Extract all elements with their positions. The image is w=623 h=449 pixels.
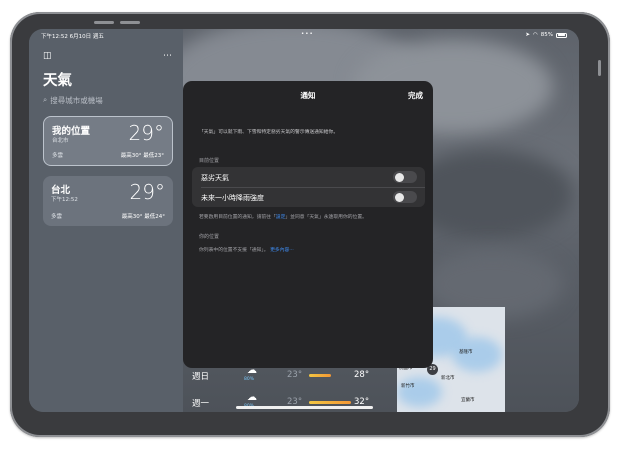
volume-up-button xyxy=(94,21,114,24)
location-card-my-location[interactable]: 我的位置 台北市 29° 多雲 最高30° 最低23° xyxy=(43,116,173,166)
notifications-sheet: 通知 完成 「天氣」可以就下雨、下雪和特定惡劣天氣的警示傳送通知給你。 目前位置… xyxy=(183,81,433,368)
location-subtitle: 台北市 xyxy=(52,138,69,144)
sheet-title: 通知 xyxy=(300,91,316,100)
location-temperature: 29° xyxy=(129,180,165,204)
location-name: 我的位置 xyxy=(52,126,91,137)
low-temp: 23° xyxy=(287,370,303,380)
home-indicator[interactable] xyxy=(236,406,373,409)
toggle-group: 惡劣天氣 未來一小時降雨強度 xyxy=(192,167,425,207)
map-label: 新北市 xyxy=(441,376,455,381)
rain-area xyxy=(397,377,442,407)
map-label: 宜蘭市 xyxy=(461,398,475,403)
wifi-icon: ◠ xyxy=(532,32,538,38)
screen: 下午12:52 6月10日 週五 ••• ➤ ◠ 85% ◫ ⋯ 天氣 ⌕ 搜尋… xyxy=(29,29,579,412)
temp-range-bar xyxy=(309,401,351,404)
location-name: 台北 xyxy=(51,185,71,196)
volume-down-button xyxy=(120,21,140,24)
map-label: 新竹市 xyxy=(401,384,415,389)
status-time: 下午12:52 6月10日 週五 xyxy=(41,34,104,40)
severe-weather-toggle[interactable] xyxy=(393,171,417,183)
location-high-low: 最高30° 最低24° xyxy=(121,214,165,220)
more-options-icon[interactable]: ⋯ xyxy=(163,51,172,61)
status-bar: 下午12:52 6月10日 週五 ••• ➤ ◠ 85% xyxy=(29,29,579,41)
section-header-your-locations: 你的位置 xyxy=(199,234,220,240)
search-input[interactable]: ⌕ 搜尋城市或機場 xyxy=(43,93,171,107)
location-subtitle: 下午12:52 xyxy=(51,197,78,203)
sidebar: ◫ ⋯ 天氣 ⌕ 搜尋城市或機場 我的位置 台北市 29° 多雲 最高30° 最… xyxy=(29,29,183,412)
high-temp: 28° xyxy=(354,370,370,380)
location-permission-note: 若要啟用目前位置的通知，請前往「設定」並同意「天氣」永遠取用你的位置。 xyxy=(199,215,367,220)
toggle-row-next-hour-precip: 未來一小時降雨強度 xyxy=(192,187,425,207)
forecast-row: 週日 ☁ 80% 23° 28° xyxy=(192,365,370,382)
status-indicators: ➤ ◠ 85% xyxy=(525,32,567,38)
learn-more-link[interactable]: 更多內容⋯ xyxy=(270,248,294,253)
location-condition: 多雲 xyxy=(51,214,63,220)
location-condition: 多雲 xyxy=(52,153,64,159)
map-label: 基隆市 xyxy=(459,350,473,355)
precip-chance: 80% xyxy=(244,377,255,382)
sheet-description: 「天氣」可以就下雨、下雪和特定惡劣天氣的警示傳送通知給你。 xyxy=(199,130,339,135)
location-temperature: 29° xyxy=(128,121,164,145)
settings-link[interactable]: 設定 xyxy=(276,215,286,220)
next-hour-precip-toggle[interactable] xyxy=(393,191,417,203)
forecast-row: 週一 ☁ 80% 23° 32° xyxy=(192,392,370,409)
battery-icon xyxy=(556,32,567,38)
location-card-taipei[interactable]: 台北 下午12:52 29° 多雲 最高30° 最低24° xyxy=(43,176,173,226)
section-header-current-location: 目前位置 xyxy=(199,158,220,164)
sidebar-toggle-icon[interactable]: ◫ xyxy=(43,51,52,61)
rain-cloud-icon: ☁ xyxy=(247,392,257,403)
location-high-low: 最高30° 最低23° xyxy=(120,153,164,159)
multitask-dots[interactable]: ••• xyxy=(301,31,314,37)
toggle-row-severe-weather: 惡劣天氣 xyxy=(192,167,425,187)
your-locations-note: 你列表中的位置不支援「通知」。 更多內容⋯ xyxy=(199,248,295,253)
page-title: 天氣 xyxy=(43,73,72,89)
done-button[interactable]: 完成 xyxy=(408,90,423,101)
temp-range-bar xyxy=(309,374,331,377)
battery-percent: 85% xyxy=(540,32,553,38)
search-icon: ⌕ xyxy=(43,95,48,104)
location-arrow-icon: ➤ xyxy=(525,32,530,38)
power-button xyxy=(598,60,601,76)
